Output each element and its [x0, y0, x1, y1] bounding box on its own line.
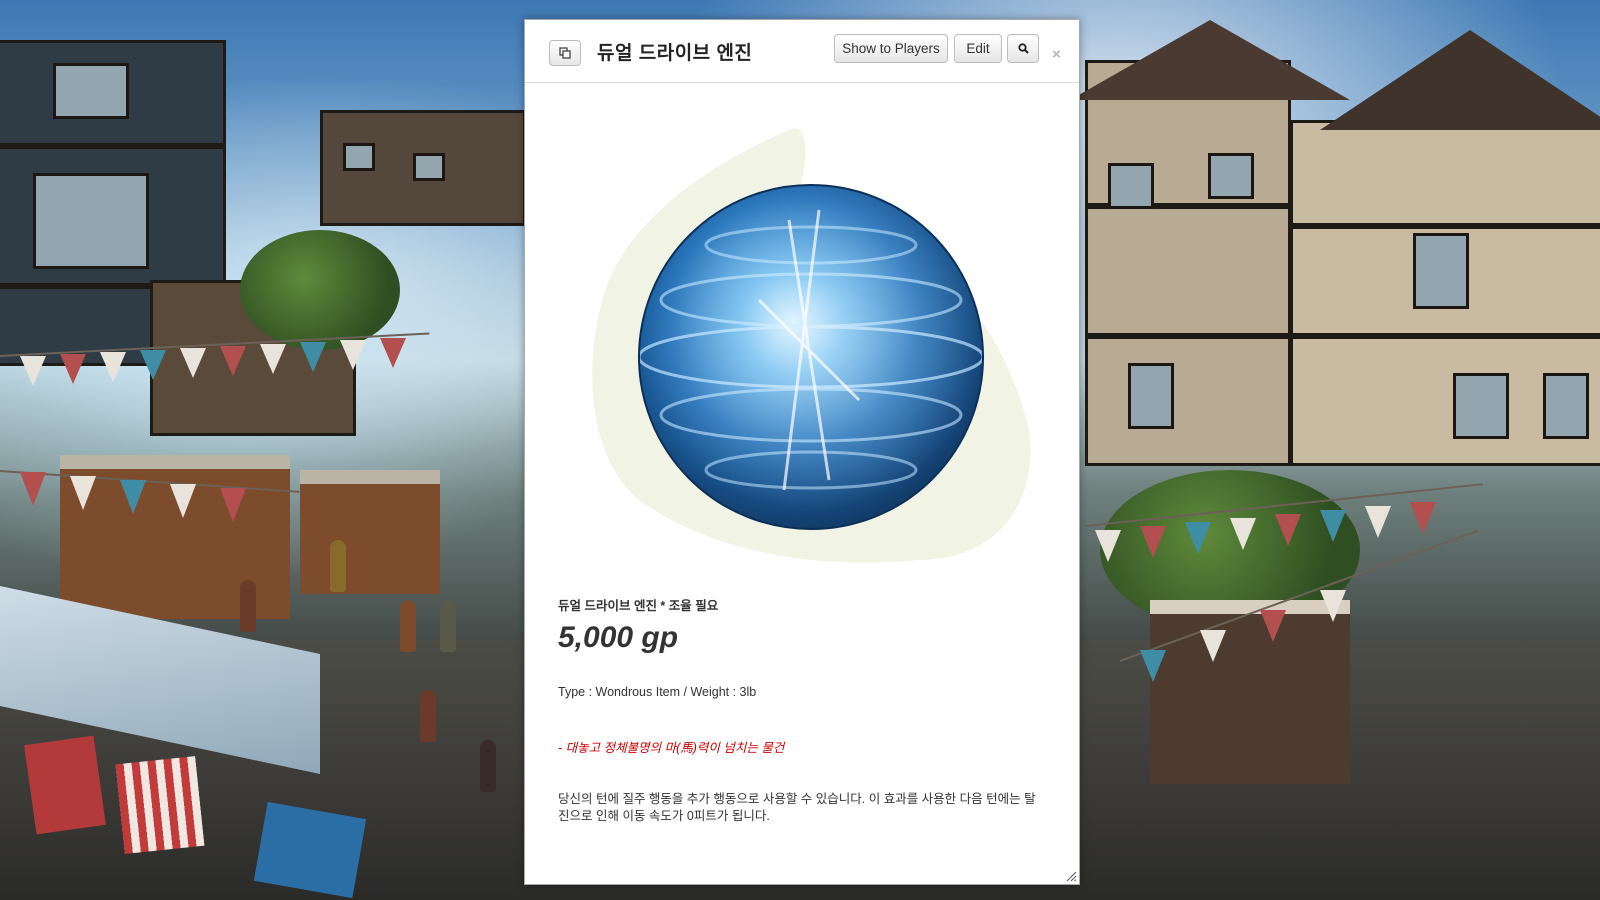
right-roof-2	[1320, 30, 1600, 130]
bunting-flag	[20, 356, 46, 386]
bunting-flag	[220, 346, 246, 376]
bunting-flag	[1095, 530, 1121, 562]
bunting-flag	[1320, 510, 1346, 542]
item-artwork	[592, 128, 1031, 563]
bunting-flag	[1410, 502, 1436, 534]
bunting-flag	[1185, 522, 1211, 554]
item-price: 5,000 gp	[558, 621, 679, 654]
bunting-flag	[1260, 610, 1286, 642]
dialog-header: 듀얼 드라이브 엔진 Show to Players Edit ×	[525, 20, 1079, 83]
bunting-flag	[1275, 514, 1301, 546]
bunting-flag	[120, 480, 146, 514]
villager	[480, 740, 496, 792]
item-type-weight: Type : Wondrous Item / Weight : 3lb	[558, 685, 757, 699]
resize-grip-icon[interactable]	[1065, 870, 1077, 882]
bunting-flag	[1320, 590, 1346, 622]
villager	[420, 690, 436, 742]
bunting-flag	[140, 350, 166, 380]
bunting-flag	[100, 352, 126, 382]
item-flavor-text: - 대놓고 정체불명의 마(馬)력이 넘치는 물건	[558, 741, 785, 755]
tree	[240, 230, 400, 350]
market-stall	[300, 470, 440, 594]
bunting-flag	[340, 340, 366, 370]
orb	[637, 184, 985, 530]
right-house-2	[1290, 120, 1600, 466]
banner-flag	[253, 801, 367, 899]
banner-flag	[24, 735, 106, 835]
item-dialog: 듀얼 드라이브 엔진 Show to Players Edit × 듀얼 드라이…	[524, 19, 1080, 885]
villager	[240, 580, 256, 632]
item-description: 당신의 턴에 질주 행동을 추가 행동으로 사용할 수 있습니다. 이 효과를 …	[558, 792, 1036, 823]
bunting-flag	[170, 484, 196, 518]
bunting-flag	[60, 354, 86, 384]
right-house-1	[1085, 60, 1291, 466]
close-icon[interactable]: ×	[1052, 46, 1061, 63]
bunting-flag	[1230, 518, 1256, 550]
bunting-flag	[20, 472, 46, 506]
bunting-flag	[1140, 650, 1166, 682]
bunting-flag	[180, 348, 206, 378]
edit-button[interactable]: Edit	[954, 34, 1002, 63]
bunting-flag	[1140, 526, 1166, 558]
bunting-flag	[70, 476, 96, 510]
bunting-flag	[380, 338, 406, 368]
left-roof-house	[320, 110, 526, 226]
market-stall	[1150, 600, 1350, 784]
bunting-flag	[1200, 630, 1226, 662]
banner-flag	[115, 756, 205, 854]
dialog-title: 듀얼 드라이브 엔진	[597, 43, 753, 64]
villager	[440, 600, 456, 652]
right-roof	[1070, 20, 1350, 100]
bunting-flag	[1365, 506, 1391, 538]
item-subtitle: 듀얼 드라이브 엔진 * 조율 필요	[558, 599, 719, 613]
show-to-players-button[interactable]: Show to Players	[834, 34, 948, 63]
popout-button[interactable]	[549, 40, 581, 66]
villager	[330, 540, 346, 592]
bunting-flag	[260, 344, 286, 374]
popout-icon	[559, 47, 571, 59]
search-icon	[1017, 43, 1029, 54]
search-button[interactable]	[1007, 34, 1039, 63]
villager	[400, 600, 416, 652]
bunting-flag	[300, 342, 326, 372]
bunting-flag	[220, 488, 246, 522]
